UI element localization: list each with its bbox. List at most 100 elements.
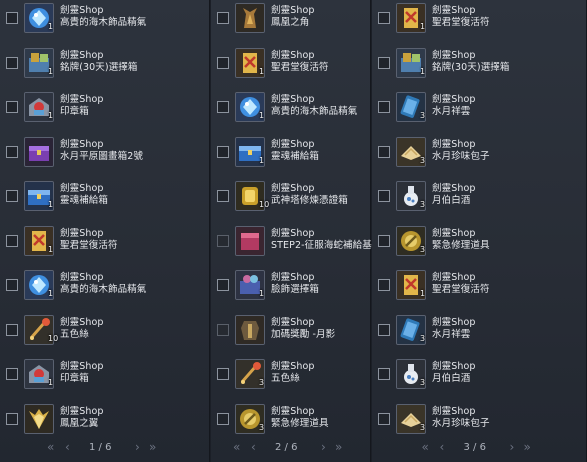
list-item[interactable]: 1 劍靈Shop 印章箱	[0, 89, 209, 133]
item-name: 聖君堂復活符	[432, 17, 490, 28]
item-checkbox[interactable]	[6, 279, 18, 291]
list-item[interactable]: 1 劍靈Shop 高貴的海木飾品精氣	[0, 267, 209, 311]
item-checkbox[interactable]	[217, 234, 229, 247]
item-checkbox[interactable]	[217, 279, 229, 291]
item-quantity: 1	[48, 22, 54, 31]
item-name: 月伯白酒	[432, 195, 471, 206]
list-item[interactable]: 3 劍靈Shop 水月祥雲	[372, 312, 586, 356]
list-item[interactable]: 1 劍靈Shop 印章箱	[0, 356, 209, 400]
item-source: 劍靈Shop	[432, 316, 476, 328]
item-checkbox[interactable]	[6, 12, 18, 24]
list-item[interactable]: 劍靈Shop 鳳凰之翼	[0, 401, 209, 445]
last-page-button[interactable]: »	[335, 440, 342, 454]
item-checkbox[interactable]	[6, 190, 18, 202]
item-quantity: 3	[259, 378, 265, 387]
item-checkbox[interactable]	[6, 323, 18, 336]
prev-page-button[interactable]: ‹	[65, 440, 70, 454]
pagination: « ‹ 1 / 6 › »	[0, 440, 209, 456]
item-checkbox[interactable]	[217, 145, 229, 158]
item-source: 劍靈Shop	[60, 227, 104, 239]
item-name: 臉飾選擇箱	[271, 284, 320, 295]
list-item[interactable]: 1 劍靈Shop 聖君堂復活符	[372, 267, 586, 311]
list-item[interactable]: 劍靈Shop STEP2-征服海蛇補給基	[211, 223, 372, 267]
item-source: 劍靈Shop	[432, 5, 476, 16]
item-list-panel-3: 1 劍靈Shop 聖君堂復活符 1 劍靈Shop 銘牌(30天)選擇箱 3 劍靈Shop 水月祥…	[372, 0, 587, 462]
list-item[interactable]: 10 劍靈Shop 五色絲	[0, 312, 209, 356]
item-checkbox[interactable]	[378, 101, 390, 113]
next-page-button[interactable]: ›	[135, 440, 140, 454]
item-checkbox[interactable]	[378, 323, 390, 336]
list-item[interactable]: 3 劍靈Shop 五色絲	[211, 356, 370, 400]
item-name: 加碼獎勵 -月影	[271, 328, 336, 340]
item-checkbox[interactable]	[378, 412, 390, 425]
list-item[interactable]: 1 劍靈Shop 聖君堂復活符	[0, 223, 209, 267]
item-quantity: 1	[48, 244, 54, 254]
first-page-button[interactable]: «	[47, 440, 54, 454]
list-item[interactable]: 1 劍靈Shop 靈魂補給箱	[211, 134, 370, 178]
last-page-button[interactable]: »	[524, 440, 531, 454]
list-item[interactable]: 1 劍靈Shop 銘牌(30天)選擇箱	[0, 45, 209, 89]
list-item[interactable]: 3 劍靈Shop 月伯白酒	[372, 178, 586, 222]
item-name: 緊急修理道具	[271, 417, 329, 429]
prev-page-button[interactable]: ‹	[251, 440, 256, 454]
first-page-button[interactable]: «	[233, 440, 240, 454]
item-checkbox[interactable]	[6, 368, 18, 380]
list-item[interactable]: 1 劍靈Shop 高貴的海木飾品精氣	[211, 89, 370, 133]
item-checkbox[interactable]	[378, 190, 390, 202]
list-item[interactable]: 1 劍靈Shop 高貴的海木飾品精氣	[0, 0, 209, 44]
list-item[interactable]: 3 劍靈Shop 水月珍味包子	[372, 401, 586, 445]
item-checkbox[interactable]	[217, 190, 229, 202]
item-source: 劍靈Shop	[271, 183, 315, 194]
last-page-button[interactable]: »	[149, 440, 156, 454]
list-item[interactable]: 3 劍靈Shop 水月祥雲	[372, 89, 586, 133]
list-item[interactable]: 劍靈Shop 加碼獎勵 -月影	[211, 312, 370, 356]
item-checkbox[interactable]	[378, 56, 390, 69]
item-checkbox[interactable]	[217, 101, 229, 113]
list-item[interactable]: 1 劍靈Shop 靈魂補給箱	[0, 178, 209, 222]
item-checkbox[interactable]	[378, 145, 390, 158]
list-item[interactable]: 1 劍靈Shop 臉飾選擇箱	[211, 267, 370, 311]
list-item[interactable]: 3 劍靈Shop 月伯白酒	[372, 356, 586, 400]
next-page-button[interactable]: ›	[321, 440, 326, 454]
item-checkbox[interactable]	[378, 234, 390, 247]
item-checkbox[interactable]	[378, 368, 390, 380]
list-item[interactable]: 1 劍靈Shop 銘牌(30天)選擇箱	[372, 45, 586, 89]
item-quantity: 1	[420, 22, 426, 31]
list-item[interactable]: 1 劍靈Shop 聖君堂復活符	[211, 45, 370, 89]
list-item[interactable]: 1 劍靈Shop 聖君堂復活符	[372, 0, 586, 44]
item-quantity: 1	[48, 66, 54, 76]
item-checkbox[interactable]	[6, 234, 18, 247]
item-checkbox[interactable]	[378, 12, 390, 24]
list-item[interactable]: 劍靈Shop 水月平原圖畫箱2號	[0, 134, 209, 178]
item-name: 水月珍味包子	[432, 417, 490, 429]
item-checkbox[interactable]	[217, 412, 229, 425]
list-item[interactable]: 3 劍靈Shop 水月珍味包子	[372, 134, 586, 178]
item-source: 劍靈Shop	[271, 361, 315, 372]
first-page-button[interactable]: «	[422, 440, 429, 454]
next-page-button[interactable]: ›	[510, 440, 515, 454]
item-source: 劍靈Shop	[271, 272, 315, 283]
item-checkbox[interactable]	[217, 368, 229, 380]
list-item[interactable]: 10 劍靈Shop 武神塔修煉憑證箱	[211, 178, 370, 222]
item-checkbox[interactable]	[217, 323, 229, 336]
item-checkbox[interactable]	[378, 279, 390, 291]
item-checkbox[interactable]	[217, 12, 229, 24]
item-checkbox[interactable]	[217, 56, 229, 69]
item-checkbox[interactable]	[6, 412, 18, 425]
item-source: 劍靈Shop	[60, 183, 104, 194]
item-checkbox[interactable]	[6, 56, 18, 69]
list-item[interactable]: 3 劍靈Shop 緊急修理道具	[211, 401, 370, 445]
item-quantity: 3	[259, 422, 265, 432]
page-indicator: 1 / 6	[89, 442, 112, 453]
item-quantity: 1	[420, 289, 426, 298]
item-source: 劍靈Shop	[432, 94, 476, 105]
item-name: 銘牌(30天)選擇箱	[432, 61, 510, 73]
item-source: 劍靈Shop	[271, 49, 315, 61]
item-checkbox[interactable]	[6, 101, 18, 113]
list-item[interactable]: 劍靈Shop 鳳凰之角	[211, 0, 370, 44]
item-source: 劍靈Shop	[432, 49, 476, 61]
item-checkbox[interactable]	[6, 145, 18, 158]
phoenix-wing-icon	[24, 403, 54, 434]
list-item[interactable]: 3 劍靈Shop 緊急修理道具	[372, 223, 586, 267]
prev-page-button[interactable]: ‹	[440, 440, 445, 454]
